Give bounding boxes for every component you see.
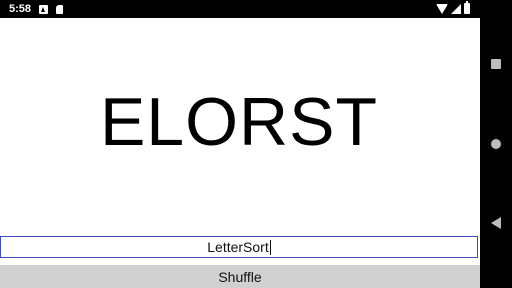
word-input-field[interactable]: LetterSort [0, 236, 478, 258]
scrambled-word: ELORST [99, 84, 379, 160]
home-icon[interactable] [491, 139, 501, 149]
app-screen: 5:58 ELORST LetterSort Shuffle [0, 0, 512, 288]
sd-card-icon [56, 4, 64, 14]
shuffle-button[interactable]: Shuffle [0, 265, 480, 288]
app-content: ELORST LetterSort Shuffle [0, 18, 480, 288]
status-icons [436, 1, 470, 14]
back-icon[interactable] [491, 217, 501, 229]
wifi-icon [436, 3, 448, 14]
signal-icon [451, 3, 461, 14]
battery-icon [464, 1, 470, 14]
text-cursor [269, 239, 271, 255]
status-time: 5:58 [9, 3, 32, 15]
navigation-bar [480, 0, 512, 288]
notification-a-icon [39, 4, 49, 14]
status-bar: 5:58 [0, 0, 480, 18]
word-input-value[interactable]: LetterSort [207, 239, 268, 255]
recents-icon[interactable] [491, 59, 501, 69]
